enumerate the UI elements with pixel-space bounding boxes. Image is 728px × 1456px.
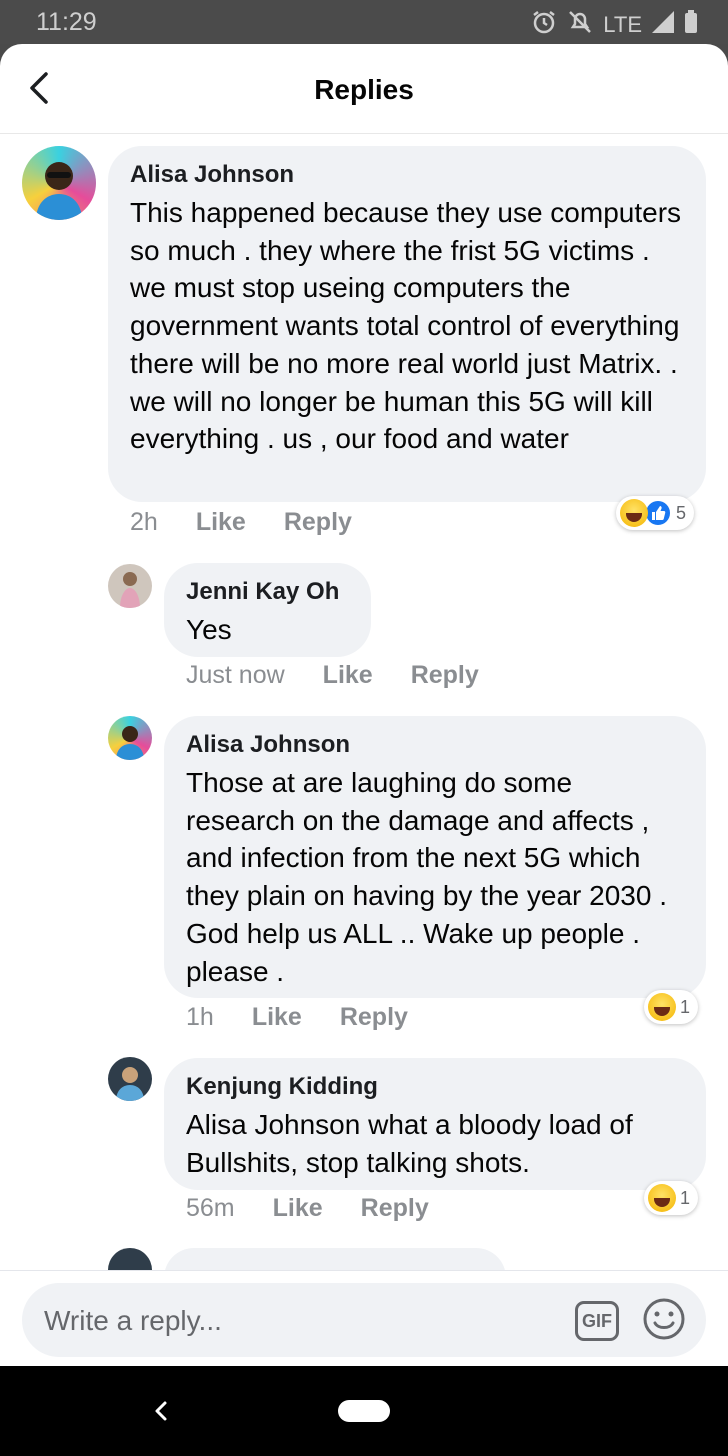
- reaction-count: 1: [680, 1187, 691, 1208]
- haha-reaction-icon: [648, 993, 676, 1021]
- comment-bubble[interactable]: Jenni Kay Oh Yes: [164, 563, 371, 657]
- like-button[interactable]: Like: [323, 661, 373, 690]
- reaction-summary[interactable]: 5: [616, 496, 695, 530]
- comment-bubble[interactable]: Kenjung Kidding Alisa Johnson what a blo…: [164, 1058, 706, 1190]
- header: Replies: [0, 44, 728, 134]
- comment-author[interactable]: Jenni Kay Oh: [186, 577, 349, 607]
- comment-time: 56m: [186, 1194, 235, 1222]
- mute-icon: [567, 9, 593, 41]
- reaction-summary[interactable]: 1: [644, 1181, 699, 1215]
- like-button[interactable]: Like: [273, 1194, 323, 1223]
- replies-sheet: Replies Alisa Johnson This happened beca…: [0, 44, 728, 1366]
- network-label: LTE: [603, 12, 642, 37]
- signal-icon: [652, 11, 674, 39]
- comment-time: 2h: [130, 508, 158, 536]
- alarm-icon: [531, 9, 557, 41]
- comment-author[interactable]: Alisa Johnson: [186, 730, 684, 760]
- system-nav-bar: [0, 1366, 728, 1456]
- nav-back-button[interactable]: [150, 1396, 172, 1426]
- status-icons: LTE: [531, 9, 698, 41]
- haha-reaction-icon: [648, 1184, 676, 1212]
- comment-meta: Just now Like Reply: [186, 661, 479, 690]
- like-reaction-icon: [644, 499, 672, 527]
- comment-meta: 2h Like Reply: [130, 508, 352, 537]
- battery-icon: [684, 10, 698, 40]
- reaction-count: 5: [676, 502, 687, 523]
- smiley-icon: [643, 1298, 685, 1340]
- like-button[interactable]: Like: [252, 1003, 302, 1032]
- avatar[interactable]: [108, 1057, 152, 1101]
- avatar[interactable]: [22, 146, 96, 220]
- gif-button[interactable]: GIF: [575, 1301, 619, 1341]
- like-button[interactable]: Like: [196, 508, 246, 537]
- nav-back-icon: [155, 1401, 167, 1421]
- haha-reaction-icon: [620, 499, 648, 527]
- comment-text: Yes: [186, 614, 232, 645]
- page-title: Replies: [314, 74, 414, 105]
- reply-button[interactable]: Reply: [361, 1194, 429, 1223]
- reply-placeholder: Write a reply...: [44, 1305, 222, 1336]
- reply-button[interactable]: Reply: [411, 661, 479, 690]
- reaction-count: 1: [680, 996, 691, 1017]
- avatar[interactable]: [108, 716, 152, 760]
- avatar[interactable]: [108, 564, 152, 608]
- comment-author[interactable]: Alisa Johnson: [130, 160, 684, 190]
- nav-home-button[interactable]: [338, 1400, 390, 1422]
- comment-bubble[interactable]: Alisa Johnson This happened because they…: [108, 146, 706, 502]
- reply-input[interactable]: Write a reply... GIF: [22, 1283, 706, 1357]
- comment-time: 1h: [186, 1003, 214, 1031]
- reply-bar: Write a reply... GIF: [0, 1270, 728, 1366]
- reply-button[interactable]: Reply: [284, 508, 352, 537]
- emoji-button[interactable]: [642, 1297, 686, 1341]
- comment-text: This happened because they use computers…: [130, 197, 682, 455]
- comment-meta: 1h Like Reply: [186, 1003, 408, 1032]
- comment-bubble[interactable]: Alisa Johnson Those at are laughing do s…: [164, 716, 706, 998]
- status-bar: 11:29 LTE: [0, 0, 728, 44]
- comment-author[interactable]: Kenjung Kidding: [186, 1072, 684, 1102]
- reply-button[interactable]: Reply: [340, 1003, 408, 1032]
- comment-meta: 56m Like Reply: [186, 1194, 429, 1223]
- comment-text: Those at are laughing do some research o…: [186, 767, 668, 987]
- comment-time: Just now: [186, 661, 285, 689]
- reaction-summary[interactable]: 1: [644, 990, 699, 1024]
- status-time: 11:29: [36, 8, 97, 36]
- comment-text: Alisa Johnson what a bloody load of Bull…: [186, 1109, 633, 1178]
